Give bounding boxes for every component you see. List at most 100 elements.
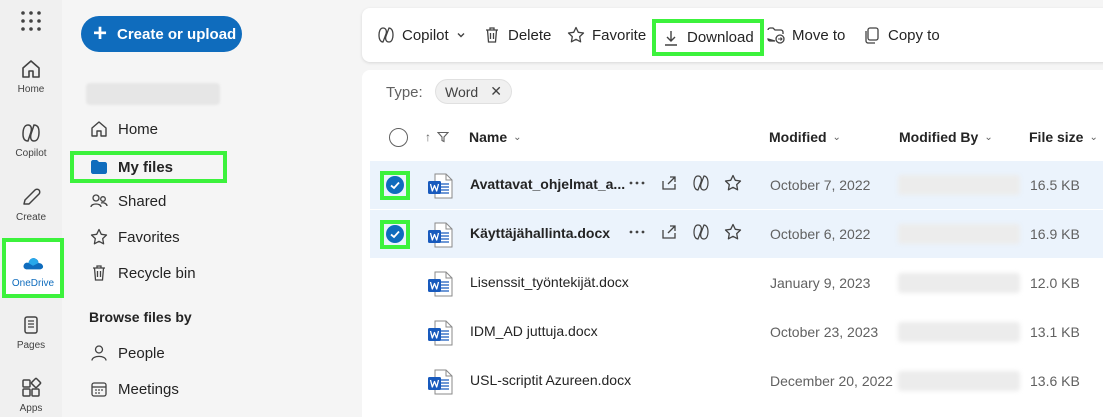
star-icon[interactable] bbox=[724, 223, 742, 241]
app-launcher-icon[interactable] bbox=[20, 10, 42, 32]
nav-item-meetings[interactable]: Meetings bbox=[90, 377, 179, 401]
pen-icon bbox=[23, 188, 41, 205]
column-header-name[interactable]: Name ⌄ bbox=[469, 129, 522, 145]
home-icon bbox=[91, 121, 107, 137]
modified-by-redacted bbox=[898, 273, 1020, 293]
chevron-down-icon: ⌄ bbox=[1089, 131, 1098, 143]
table-row[interactable]: Lisenssit_työntekijät.docx January 9, 202… bbox=[370, 259, 1103, 307]
column-file-size-label: File size bbox=[1029, 129, 1084, 145]
rail-item-onedrive[interactable]: OneDrive bbox=[2, 238, 64, 298]
copilot-icon[interactable] bbox=[692, 223, 710, 241]
copy-to-label: Copy to bbox=[888, 26, 940, 44]
modified-date: December 20, 2022 bbox=[770, 373, 893, 389]
nav-label-home: Home bbox=[118, 120, 159, 138]
rail-item-pages[interactable]: Pages bbox=[0, 314, 62, 370]
delete-label: Delete bbox=[508, 26, 552, 44]
column-header-modified-by[interactable]: Modified By ⌄ bbox=[899, 129, 993, 145]
download-label: Download bbox=[687, 29, 754, 46]
sort-filter-controls[interactable]: ↑ bbox=[425, 130, 449, 144]
share-icon[interactable] bbox=[660, 174, 678, 192]
modified-by-redacted bbox=[898, 175, 1020, 195]
type-filter-chip-label: Word bbox=[445, 83, 479, 100]
table-row[interactable]: IDM_AD juttuja.docx October 23, 2023 13.1 … bbox=[370, 308, 1103, 356]
checkmark-icon bbox=[386, 176, 404, 194]
nav-item-shared[interactable]: Shared bbox=[90, 189, 166, 213]
download-icon bbox=[665, 30, 677, 46]
favorite-label: Favorite bbox=[592, 26, 647, 44]
copilot-button[interactable]: Copilot bbox=[377, 8, 466, 62]
row-actions bbox=[628, 223, 742, 241]
file-name[interactable]: Käyttäjähallinta.docx bbox=[470, 225, 610, 241]
modified-by-redacted bbox=[898, 371, 1020, 391]
sort-arrow-icon[interactable]: ↑ bbox=[425, 130, 431, 144]
create-or-upload-label: Create or upload bbox=[117, 25, 237, 43]
download-button[interactable]: Download bbox=[652, 19, 764, 56]
chevron-down-icon: ⌄ bbox=[984, 131, 993, 143]
column-header-row: ↑ Name ⌄ Modified ⌄ Modified By ⌄ File size… bbox=[362, 120, 1103, 156]
delete-button[interactable]: Delete bbox=[483, 8, 551, 62]
create-or-upload-button[interactable]: + Create or upload bbox=[81, 16, 242, 52]
browse-files-by-title: Browse files by bbox=[89, 309, 192, 325]
more-options-icon[interactable] bbox=[628, 223, 646, 241]
nav-item-home[interactable]: Home bbox=[90, 117, 158, 141]
column-header-file-size[interactable]: File size ⌄ bbox=[1029, 129, 1098, 145]
modified-date: October 7, 2022 bbox=[770, 177, 871, 193]
nav-item-people[interactable]: People bbox=[90, 341, 165, 365]
copilot-icon[interactable] bbox=[692, 174, 710, 192]
move-to-button[interactable]: Move to bbox=[767, 8, 845, 62]
type-filter-chip[interactable]: Word ✕ bbox=[435, 79, 512, 104]
folder-move-icon bbox=[767, 27, 785, 44]
app-rail: Home Copilot Create OneDrive Pages Apps bbox=[0, 0, 64, 417]
rail-item-create[interactable]: Create bbox=[0, 186, 62, 242]
file-name[interactable]: USL-scriptit Azureen.docx bbox=[470, 372, 631, 388]
column-modified-label: Modified bbox=[769, 129, 827, 145]
star-icon bbox=[90, 228, 108, 245]
type-filter-label: Type: bbox=[386, 84, 423, 101]
onedrive-cloud-icon bbox=[23, 258, 44, 270]
star-icon bbox=[567, 26, 585, 43]
home-icon bbox=[22, 60, 40, 78]
star-icon[interactable] bbox=[724, 174, 742, 192]
move-to-label: Move to bbox=[792, 26, 846, 44]
file-name[interactable]: IDM_AD juttuja.docx bbox=[470, 323, 598, 339]
nav-label-favorites: Favorites bbox=[118, 228, 180, 246]
word-doc-icon bbox=[428, 222, 453, 248]
chevron-down-icon: ⌄ bbox=[832, 131, 841, 143]
rail-item-home[interactable]: Home bbox=[0, 58, 62, 114]
chevron-down-icon: ⌄ bbox=[513, 131, 522, 143]
table-row[interactable]: Käyttäjähallinta.docx October 6, 2022 16.9… bbox=[370, 210, 1103, 258]
filter-icon[interactable] bbox=[437, 131, 449, 143]
column-header-modified[interactable]: Modified ⌄ bbox=[769, 129, 841, 145]
trash-icon bbox=[93, 265, 105, 281]
rail-label-onedrive: OneDrive bbox=[11, 278, 55, 289]
people-shared-icon bbox=[90, 194, 108, 208]
copy-to-button[interactable]: Copy to bbox=[863, 8, 940, 62]
rail-item-apps[interactable]: Apps bbox=[0, 377, 62, 417]
plus-icon: + bbox=[93, 20, 108, 47]
word-doc-icon bbox=[428, 369, 453, 395]
table-row[interactable]: Avattavat_ohjelmat_a... October 7, 2022 16… bbox=[370, 161, 1103, 209]
close-icon[interactable]: ✕ bbox=[490, 83, 502, 100]
file-size: 16.9 KB bbox=[1030, 226, 1080, 242]
calendar-icon bbox=[91, 382, 107, 397]
share-icon[interactable] bbox=[660, 223, 678, 241]
rail-item-copilot[interactable]: Copilot bbox=[0, 122, 62, 178]
favorite-button[interactable]: Favorite bbox=[567, 8, 646, 62]
row-checkbox-checked[interactable] bbox=[380, 220, 410, 249]
more-options-icon[interactable] bbox=[628, 174, 646, 192]
account-name-redacted bbox=[86, 83, 220, 105]
file-size: 12.0 KB bbox=[1030, 275, 1080, 291]
nav-item-recycle-bin[interactable]: Recycle bin bbox=[90, 261, 196, 285]
table-row[interactable]: USL-scriptit Azureen.docx December 20, 20… bbox=[370, 357, 1103, 405]
folder-icon bbox=[91, 160, 107, 174]
word-doc-icon bbox=[428, 271, 453, 297]
file-name[interactable]: Lisenssit_työntekijät.docx bbox=[470, 274, 629, 290]
rail-label-copilot: Copilot bbox=[15, 148, 47, 159]
file-list-panel: Type: Word ✕ ↑ Name ⌄ Modified ⌄ Modified … bbox=[362, 70, 1103, 417]
nav-item-favorites[interactable]: Favorites bbox=[90, 225, 180, 249]
select-all-checkbox[interactable] bbox=[389, 128, 408, 147]
file-name[interactable]: Avattavat_ohjelmat_a... bbox=[470, 176, 625, 192]
row-checkbox-checked[interactable] bbox=[380, 171, 410, 200]
nav-item-my-files[interactable]: My files bbox=[70, 151, 227, 183]
rail-label-home: Home bbox=[17, 84, 45, 95]
